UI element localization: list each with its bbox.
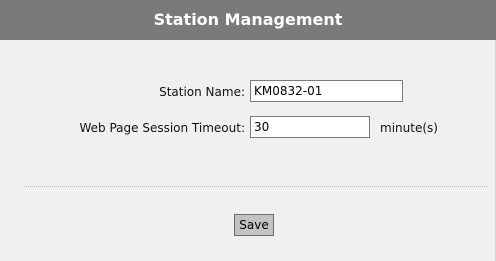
session-timeout-row: Web Page Session Timeout: minute(s) xyxy=(0,116,496,140)
station-name-input[interactable] xyxy=(250,80,403,102)
station-management-panel: Station Management Station Name: Web Pag… xyxy=(0,0,496,261)
timeout-unit-label: minute(s) xyxy=(380,121,438,135)
session-timeout-input[interactable] xyxy=(250,116,370,138)
station-name-row: Station Name: xyxy=(0,80,496,104)
panel-title: Station Management xyxy=(0,0,496,40)
station-name-label: Station Name: xyxy=(159,85,245,99)
save-button[interactable]: Save xyxy=(234,214,274,236)
session-timeout-label: Web Page Session Timeout: xyxy=(79,121,245,135)
dotted-divider xyxy=(24,186,487,187)
